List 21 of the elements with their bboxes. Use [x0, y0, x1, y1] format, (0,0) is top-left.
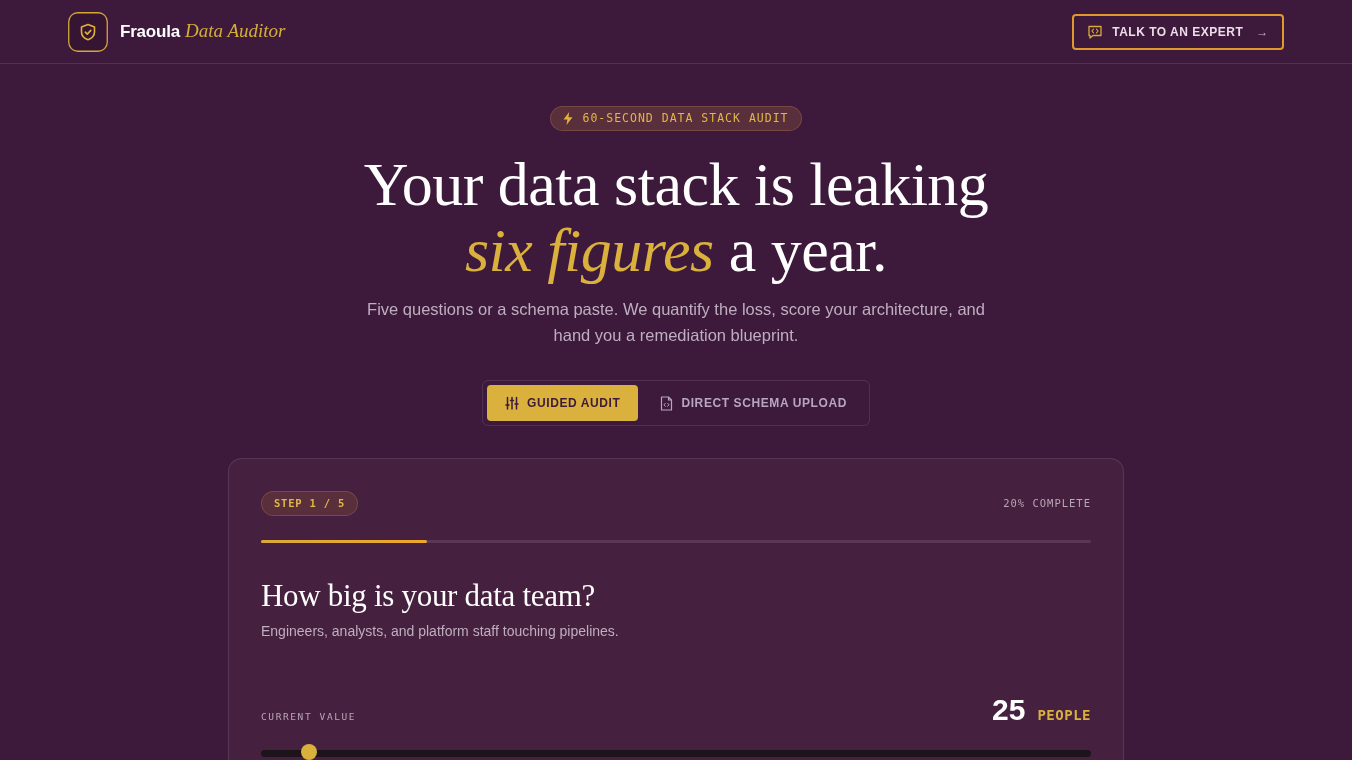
mode-tab[interactable]: GUIDED AUDIT	[487, 385, 639, 421]
progress-percent-text: 20% COMPLETE	[1003, 495, 1091, 511]
talk-to-expert-button[interactable]: TALK TO AN EXPERT →	[1072, 13, 1284, 50]
hero-subtitle: Five questions or a schema paste. We quantify the loss, score your architecture, and hand you a remediation blueprint.	[366, 299, 986, 346]
brand-name: Fraoula	[120, 21, 180, 44]
step-badge: STEP 1 / 5	[261, 491, 359, 516]
current-value: 25	[992, 692, 1026, 728]
audit-badge: 60-SECOND DATA STACK AUDIT	[550, 106, 802, 131]
chat-code-icon	[1087, 23, 1104, 40]
product-name: Data Auditor	[185, 19, 286, 44]
shield-check-icon	[68, 11, 108, 52]
code-file-icon	[660, 395, 674, 411]
slider-thumb[interactable]	[301, 744, 318, 760]
sliders-icon	[505, 396, 519, 410]
hero-title: Your data stack is leaking six figures a year.	[363, 151, 989, 283]
value-unit: PEOPLE	[1037, 706, 1091, 725]
mode-tab[interactable]: DIRECT SCHEMA UPLOAD	[642, 385, 865, 421]
lightning-bolt-icon	[563, 112, 574, 125]
question-title: How big is your data team?	[261, 577, 596, 615]
question-hint: Engineers, analysts, and platform staff touching pipelines.	[261, 622, 620, 641]
current-value-label: CURRENT VALUE	[261, 709, 357, 724]
